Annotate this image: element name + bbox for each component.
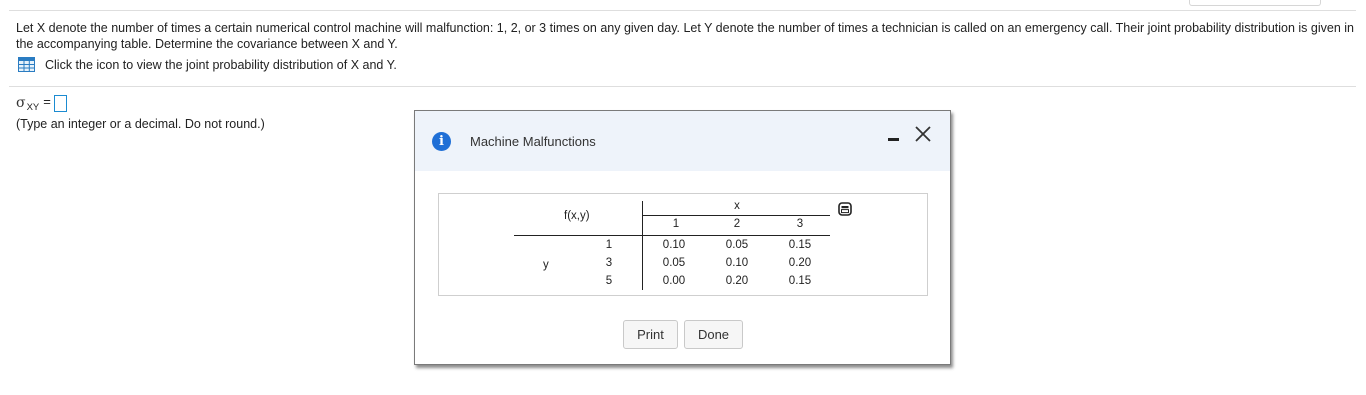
table-cell: 0.20 bbox=[725, 275, 749, 287]
top-tab-edge bbox=[1189, 0, 1321, 6]
table-cell: 0.20 bbox=[788, 257, 812, 269]
answer-row: σ XY = bbox=[16, 92, 67, 114]
table-cell: 0.15 bbox=[788, 239, 812, 251]
modal-title: Machine Malfunctions bbox=[470, 134, 596, 149]
minimize-button[interactable] bbox=[888, 130, 902, 144]
row-header-divider bbox=[642, 201, 643, 290]
table-cell: 0.10 bbox=[662, 239, 686, 251]
table-cell: 0.00 bbox=[662, 275, 686, 287]
y-value: 3 bbox=[605, 257, 613, 269]
y-row-label: y bbox=[543, 259, 549, 271]
equals-sign: = bbox=[43, 93, 51, 109]
header-rule bbox=[514, 235, 830, 236]
close-icon[interactable] bbox=[912, 123, 934, 145]
x-value: 1 bbox=[672, 218, 680, 230]
top-divider bbox=[9, 10, 1356, 11]
view-table-link-text[interactable]: Click the icon to view the joint probabi… bbox=[45, 58, 397, 72]
question-text: Let X denote the number of times a certa… bbox=[16, 21, 1354, 51]
table-grid-icon[interactable] bbox=[18, 57, 35, 72]
joint-distribution-table: f(x,y) x 1 2 3 y 1 3 5 0.10 0.05 0.15 0.… bbox=[438, 193, 928, 296]
sigma-subscript: XY bbox=[26, 101, 40, 113]
table-cell: 0.15 bbox=[788, 275, 812, 287]
done-button[interactable]: Done bbox=[684, 320, 743, 349]
table-cell: 0.10 bbox=[725, 257, 749, 269]
x-value: 3 bbox=[796, 218, 804, 230]
modal-header: i Machine Malfunctions bbox=[415, 111, 950, 171]
table-cell: 0.05 bbox=[662, 257, 686, 269]
copy-table-icon[interactable] bbox=[838, 202, 852, 216]
x-header-label: x bbox=[734, 200, 740, 212]
table-cell: 0.05 bbox=[725, 239, 749, 251]
print-button[interactable]: Print bbox=[623, 320, 678, 349]
modal-dialog: i Machine Malfunctions f(x,y) x 1 2 3 y … bbox=[414, 110, 951, 365]
info-icon: i bbox=[432, 132, 451, 151]
x-header-underline bbox=[642, 215, 830, 216]
corner-label: f(x,y) bbox=[564, 210, 590, 222]
y-value: 5 bbox=[605, 275, 613, 287]
section-divider bbox=[9, 86, 1356, 87]
y-value: 1 bbox=[605, 239, 613, 251]
answer-input[interactable] bbox=[53, 94, 67, 112]
answer-hint: (Type an integer or a decimal. Do not ro… bbox=[16, 117, 265, 131]
sigma-symbol: σ bbox=[16, 95, 26, 111]
minimize-icon[interactable] bbox=[888, 138, 899, 141]
view-table-link[interactable]: Click the icon to view the joint probabi… bbox=[18, 56, 397, 73]
x-value: 2 bbox=[733, 218, 741, 230]
